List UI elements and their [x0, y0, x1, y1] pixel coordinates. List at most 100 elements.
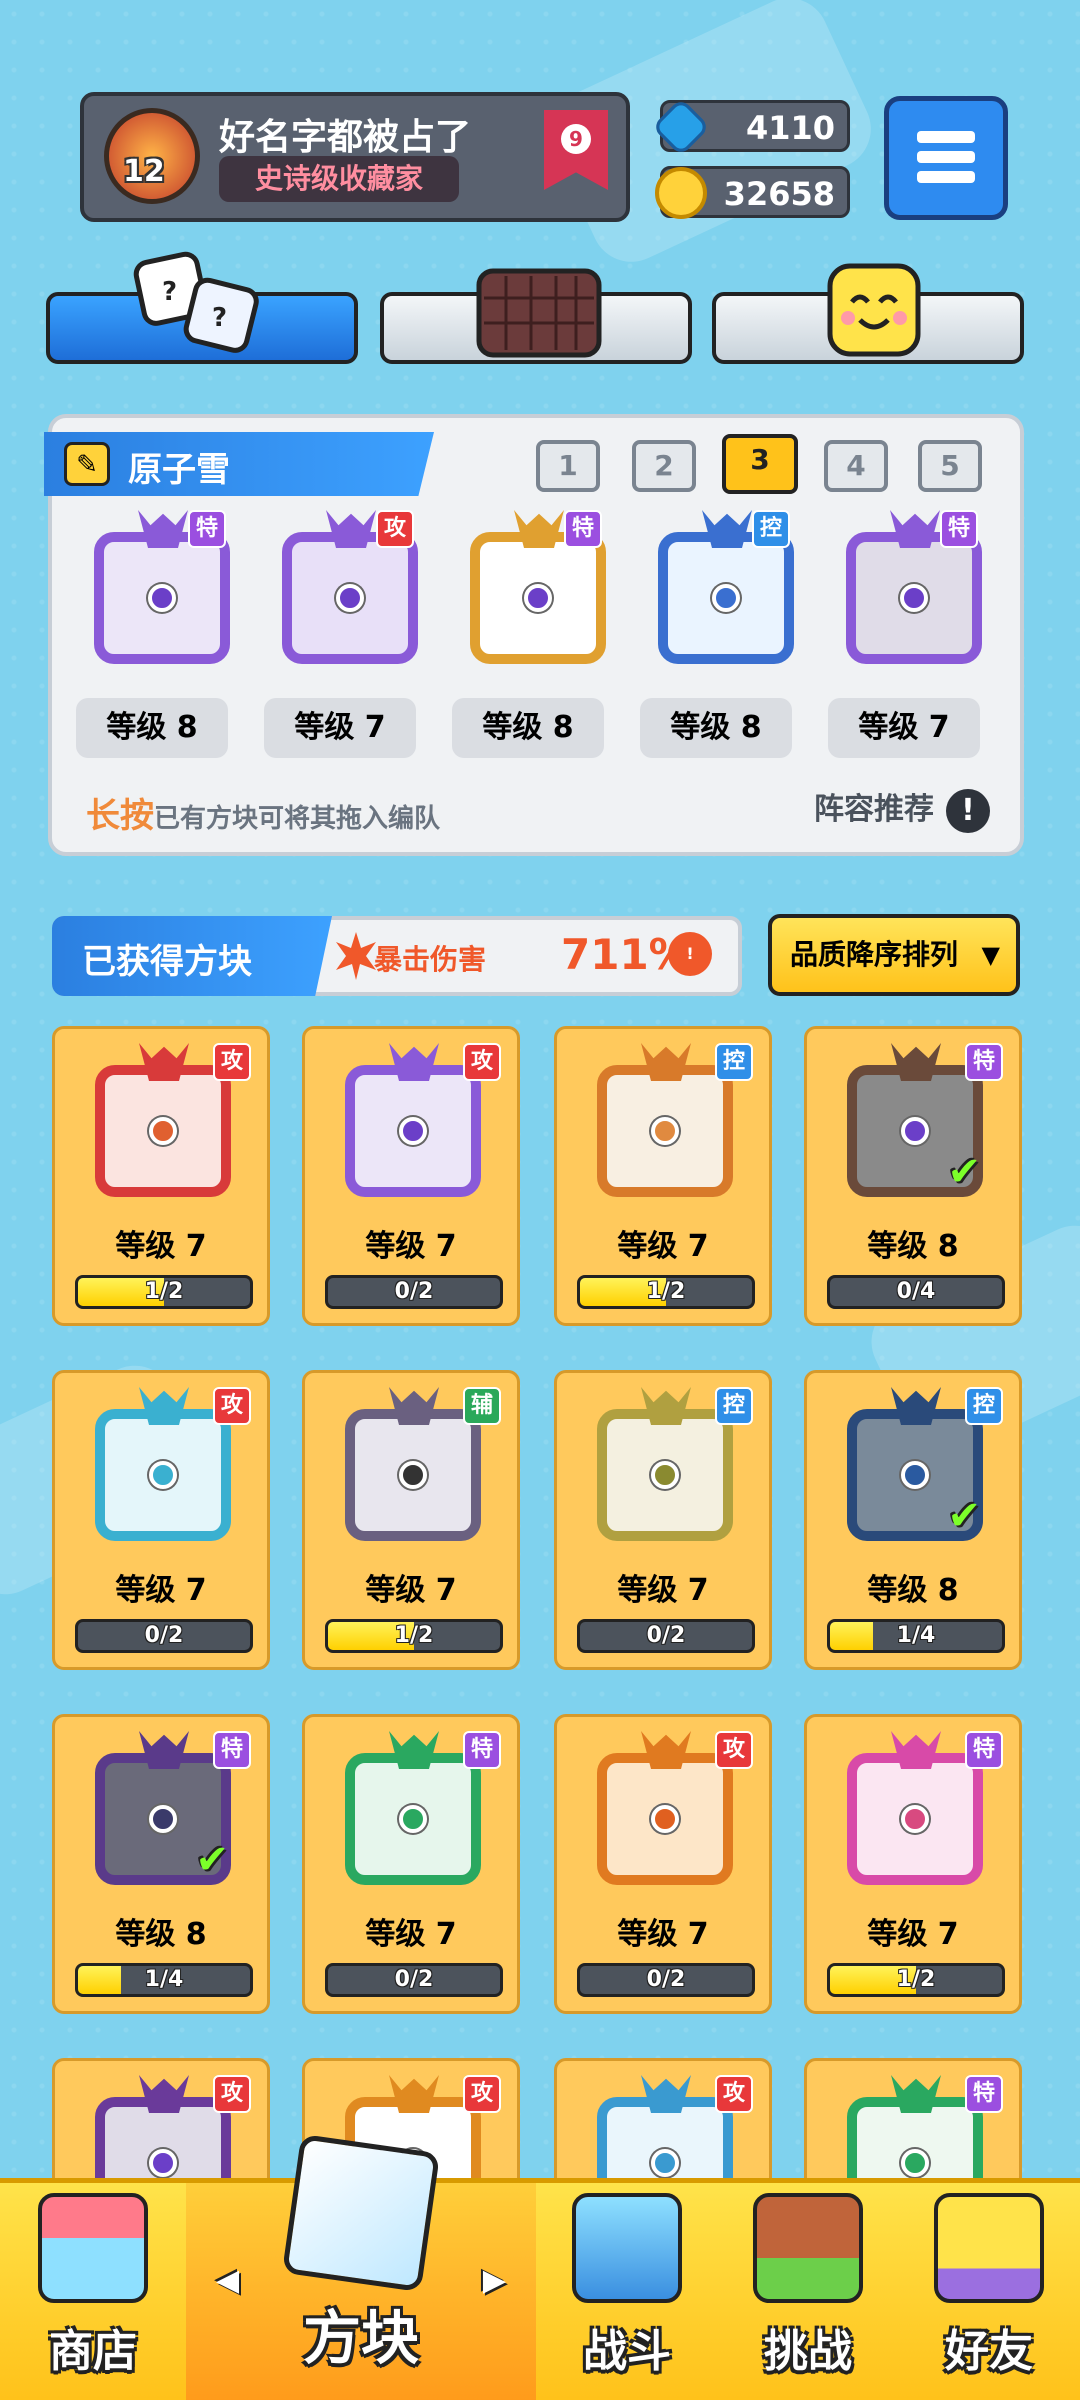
dice-box-icon	[281, 2133, 441, 2293]
dice-pip-icon	[399, 1805, 427, 1833]
player-level: 12	[123, 154, 165, 189]
friends-icon	[934, 2193, 1044, 2303]
upgrade-progress-bar: 0/2	[75, 1619, 253, 1653]
recommend-label: 阵容推荐	[814, 792, 934, 827]
dice-level: 等级 7	[115, 1229, 207, 1264]
dice-type-badge: 特	[965, 1731, 1003, 1769]
dice-pip-icon	[901, 1805, 929, 1833]
deck-slot-4[interactable]: 4	[824, 440, 888, 492]
nav-shop[interactable]: 商店	[0, 2183, 186, 2400]
dice-level: 等级 8	[867, 1573, 959, 1608]
edit-pencil-icon[interactable]: ✎	[64, 442, 110, 486]
sort-label: 品质降序排列	[790, 938, 959, 971]
dice-level: 等级 7	[617, 1573, 709, 1608]
owned-dice-card[interactable]: 特 ✔ 等级 8 0/4	[804, 1026, 1022, 1326]
dice-icon: ? ?	[133, 251, 259, 353]
nav-battle[interactable]: 战斗	[536, 2183, 718, 2400]
deck-dice-4[interactable]: 控	[640, 510, 794, 670]
menu-line-icon	[917, 151, 975, 163]
nav-battle-label: 战斗	[583, 2326, 671, 2377]
nav-friends[interactable]: 好友	[898, 2183, 1080, 2400]
owned-title: 已获得方块	[82, 942, 252, 982]
progress-text: 1/2	[394, 1623, 434, 1648]
dice-type-badge: 特	[463, 1731, 501, 1769]
dice-pip-icon	[148, 584, 176, 612]
dice-type-badge: 控	[715, 1043, 753, 1081]
equipped-check-icon: ✔	[947, 1149, 981, 1195]
dice-pip-icon	[149, 2149, 177, 2177]
dice-art: 控	[579, 1387, 753, 1553]
lineup-recommend-button[interactable]: 阵容推荐!	[814, 784, 990, 833]
crit-info-icon[interactable]: !	[668, 932, 712, 976]
dice-type-badge: 攻	[213, 1043, 251, 1081]
owned-dice-card[interactable]: 特 ✔ 等级 8 1/4	[52, 1714, 270, 2014]
player-title: 史诗级收藏家	[219, 156, 459, 202]
deck-dice-2[interactable]: 攻	[264, 510, 418, 670]
deck-slot-1[interactable]: 1	[536, 440, 600, 492]
owned-dice-card[interactable]: 特 等级 7 0/2	[302, 1714, 520, 2014]
deck-dice-level: 等级 8	[76, 698, 228, 758]
progress-text: 0/2	[646, 1623, 686, 1648]
owned-dice-card[interactable]: 攻 等级 7 0/2	[554, 1714, 772, 2014]
rank-ribbon-icon[interactable]: 9	[544, 110, 608, 190]
dice-art: 特	[327, 1731, 501, 1897]
coin-amount: 32658	[723, 175, 835, 213]
nav-friends-label: 好友	[945, 2326, 1033, 2377]
dice-type-badge: 攻	[463, 1043, 501, 1081]
owned-dice-card[interactable]: 控 ✔ 等级 8 1/4	[804, 1370, 1022, 1670]
dice-art: 特	[829, 1731, 1003, 1897]
deck-slot-2[interactable]: 2	[632, 440, 696, 492]
dice-type-badge: 辅	[463, 1387, 501, 1425]
deck-dice-3[interactable]: 特	[452, 510, 606, 670]
dice-art: 特 ✔	[829, 1043, 1003, 1209]
owned-dice-card[interactable]: 特 等级 7 1/2	[804, 1714, 1022, 2014]
drag-hint: 长按已有方块可将其拖入编队	[86, 788, 440, 837]
coin-icon	[655, 167, 707, 219]
dice-level: 等级 7	[365, 1917, 457, 1952]
nav-challenge[interactable]: 挑战	[718, 2183, 898, 2400]
player-profile[interactable]: 12 好名字都被占了 史诗级收藏家 9	[80, 92, 630, 222]
coin-counter[interactable]: 32658	[655, 166, 850, 219]
dice-art: 特 ✔	[77, 1731, 251, 1897]
gem-amount: 4110	[745, 109, 835, 147]
deck-dice-5[interactable]: 特	[828, 510, 982, 670]
owned-dice-card[interactable]: 攻 等级 7 1/2	[52, 1026, 270, 1326]
owned-dice-card[interactable]: 攻 等级 7 0/2	[52, 1370, 270, 1670]
player-avatar[interactable]: 12	[104, 108, 200, 204]
sort-dropdown[interactable]: 品质降序排列 ▼	[768, 914, 1020, 996]
menu-button[interactable]	[884, 96, 1008, 220]
dice-pip-icon	[399, 1461, 427, 1489]
owned-dice-card[interactable]: 控 等级 7 0/2	[554, 1370, 772, 1670]
owned-dice-card[interactable]: 控 等级 7 1/2	[554, 1026, 772, 1326]
progress-text: 0/2	[394, 1967, 434, 1992]
progress-text: 0/2	[646, 1967, 686, 1992]
nav-dice[interactable]: ◀ ▶ 方块	[186, 2133, 536, 2400]
upgrade-progress-bar: 1/2	[577, 1275, 755, 1309]
deck-dice-1[interactable]: 特	[76, 510, 230, 670]
player-name: 好名字都被占了	[219, 117, 472, 158]
dropdown-arrow-icon: ▼	[981, 941, 1000, 969]
board-icon	[476, 268, 602, 358]
deck-dice-level: 等级 8	[452, 698, 604, 758]
dice-pip-icon	[336, 584, 364, 612]
nav-shop-label: 商店	[49, 2326, 137, 2377]
upgrade-progress-bar: 0/2	[577, 1619, 755, 1653]
equipped-check-icon: ✔	[195, 1837, 229, 1883]
dice-level: 等级 7	[617, 1917, 709, 1952]
dice-pip-icon	[712, 584, 740, 612]
smiley-emote-icon	[827, 263, 921, 357]
gem-counter[interactable]: 4110	[651, 97, 850, 157]
owned-dice-card[interactable]: 攻 等级 7 0/2	[302, 1026, 520, 1326]
deck-name-banner[interactable]: ✎ 原子雪	[44, 432, 434, 496]
dice-type-badge: 攻	[213, 1387, 251, 1425]
upgrade-progress-bar: 0/2	[325, 1275, 503, 1309]
dice-type-badge: 攻	[376, 510, 414, 548]
crit-burst-icon	[336, 932, 376, 980]
deck-dice-level: 等级 7	[264, 698, 416, 758]
owned-dice-card[interactable]: 辅 等级 7 1/2	[302, 1370, 520, 1670]
deck-slot-3[interactable]: 3	[722, 434, 798, 494]
challenge-icon	[753, 2193, 863, 2303]
deck-slot-5[interactable]: 5	[918, 440, 982, 492]
dice-level: 等级 7	[617, 1229, 709, 1264]
dice-type-badge: 特	[564, 510, 602, 548]
